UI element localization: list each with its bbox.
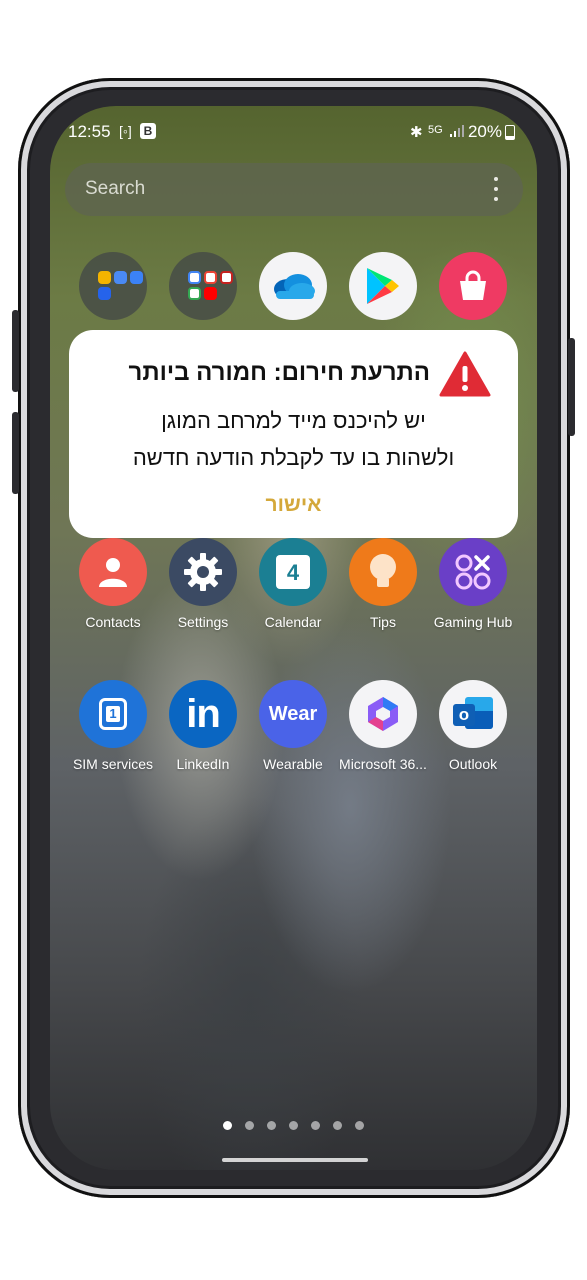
alert-body: יש להיכנס מייד למרחב המוגן ולשהות בו עד … [89, 402, 498, 476]
app-play-store[interactable] [338, 252, 428, 320]
search-bar[interactable]: Search [65, 163, 523, 216]
battery-indicator: 20% [468, 122, 515, 142]
outlook-icon: o [439, 680, 507, 748]
wear-logo-text: Wear [268, 702, 318, 725]
app-label: Contacts [85, 614, 141, 630]
warning-icon [439, 351, 491, 397]
app-label: Settings [177, 614, 229, 630]
page-dot[interactable] [245, 1121, 254, 1130]
screenshot-icon: [◦] [119, 123, 132, 139]
app-label: Calendar [264, 614, 322, 630]
microsoft-365-icon [349, 680, 417, 748]
app-microsoft-365[interactable]: Microsoft 36... [338, 680, 428, 772]
play-store-icon [349, 252, 417, 320]
status-time: 12:55 [68, 122, 111, 141]
5g-icon: 5G [428, 124, 443, 136]
app-contacts[interactable]: Contacts [68, 538, 158, 630]
lightbulb-icon [349, 538, 417, 606]
alert-body-line: ולשהות בו עד לקבלת הודעה חדשה [132, 445, 455, 470]
app-outlook[interactable]: o Outlook [428, 680, 518, 772]
signal-icon [450, 125, 464, 140]
page-dot[interactable] [223, 1121, 232, 1130]
phone-screen: 12:55 [◦] B ✱ 5G 20% Search Contacts Set… [50, 106, 537, 1170]
onedrive-icon [259, 252, 327, 320]
app-wearable[interactable]: Wear Wearable [248, 680, 338, 772]
power-button [568, 338, 575, 436]
app-settings[interactable]: Settings [158, 538, 248, 630]
sim-icon: 1 [79, 680, 147, 748]
app-onedrive[interactable] [248, 252, 338, 320]
volume-down-button [12, 412, 19, 494]
app-galaxy-store[interactable] [428, 252, 518, 320]
calendar-icon: 4 [259, 538, 327, 606]
app-folder[interactable] [68, 252, 158, 320]
folder-icon [79, 252, 147, 320]
linkedin-logo-text: in [186, 691, 221, 736]
app-label: Tips [370, 614, 396, 630]
calendar-day: 4 [276, 555, 310, 589]
alert-confirm-button[interactable]: אישור [69, 493, 518, 517]
home-indicator[interactable] [222, 1158, 368, 1162]
gaming-hub-icon [439, 538, 507, 606]
app-label: Microsoft 36... [339, 756, 427, 772]
app-label: SIM services [72, 756, 154, 772]
app-label: Wearable [263, 756, 323, 772]
app-calendar[interactable]: 4 Calendar [248, 538, 338, 630]
b-badge-icon: B [140, 123, 156, 139]
page-dot[interactable] [333, 1121, 342, 1130]
page-dot[interactable] [311, 1121, 320, 1130]
bluetooth-icon: ✱ [410, 124, 423, 141]
contacts-icon [79, 538, 147, 606]
volume-up-button [12, 310, 19, 392]
app-label: LinkedIn [176, 756, 230, 772]
app-linkedin[interactable]: in LinkedIn [158, 680, 248, 772]
app-sim-services[interactable]: 1 SIM services [68, 680, 158, 772]
linkedin-icon: in [169, 680, 237, 748]
emergency-alert-dialog: התרעת חירום: חמורה ביותר יש להיכנס מייד … [69, 330, 518, 538]
more-options-icon[interactable] [493, 177, 499, 201]
app-label: Gaming Hub [433, 614, 513, 630]
page-dot[interactable] [289, 1121, 298, 1130]
alert-body-line: יש להיכנס מייד למרחב המוגן [161, 408, 426, 433]
status-bar: 12:55 [◦] B ✱ 5G 20% [50, 106, 537, 156]
battery-icon [505, 124, 515, 140]
google-folder-icon [169, 252, 237, 320]
app-gaming-hub[interactable]: Gaming Hub [428, 538, 518, 630]
battery-percent: 20% [467, 122, 502, 141]
search-placeholder: Search [85, 178, 146, 199]
page-dot[interactable] [267, 1121, 276, 1130]
gear-icon [169, 538, 237, 606]
page-dot[interactable] [355, 1121, 364, 1130]
galaxy-store-icon [439, 252, 507, 320]
outlook-letter: o [453, 704, 475, 726]
page-indicator [50, 1121, 537, 1130]
alert-title: התרעת חירום: חמורה ביותר [128, 359, 430, 386]
app-tips[interactable]: Tips [338, 538, 428, 630]
app-google-folder[interactable] [158, 252, 248, 320]
sim-digit: 1 [106, 706, 120, 722]
wear-icon: Wear [259, 680, 327, 748]
app-label: Outlook [448, 756, 498, 772]
